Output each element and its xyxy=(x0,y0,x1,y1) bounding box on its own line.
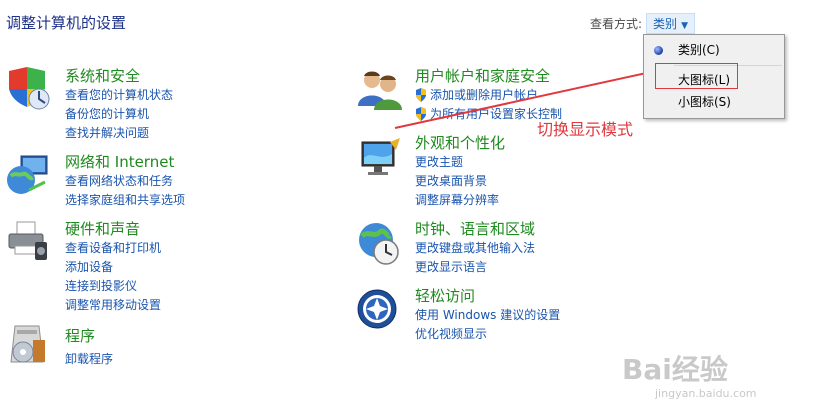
shield-system-icon xyxy=(9,67,50,110)
link-backup[interactable]: 备份您的计算机 xyxy=(65,105,149,122)
menu-item-small-icons[interactable]: 小图标(S) xyxy=(644,92,784,112)
link-optimize-video[interactable]: 优化视频显示 xyxy=(415,325,487,342)
link-add-remove-users-label: 添加或删除用户帐户 xyxy=(430,88,539,102)
link-projector[interactable]: 连接到投影仪 xyxy=(65,277,137,294)
annotation-text: 切换显示模式 xyxy=(537,120,634,139)
link-network-status[interactable]: 查看网络状态和任务 xyxy=(65,172,173,189)
view-by-current: 类别 xyxy=(653,17,678,31)
category-title-programs[interactable]: 程序 xyxy=(65,325,95,346)
link-screen-resolution[interactable]: 调整屏幕分辨率 xyxy=(415,191,499,208)
ease-of-access-icon xyxy=(357,289,397,329)
link-display-language[interactable]: 更改显示语言 xyxy=(415,258,487,275)
category-title-hardware-sound[interactable]: 硬件和声音 xyxy=(65,218,140,239)
link-troubleshoot[interactable]: 查找并解决问题 xyxy=(65,124,149,141)
category-title-ease-of-access[interactable]: 轻松访问 xyxy=(415,285,475,306)
printer-icon xyxy=(8,221,47,260)
category-title-user-accounts[interactable]: 用户帐户和家庭安全 xyxy=(415,65,550,86)
category-title-clock-language[interactable]: 时钟、语言和区域 xyxy=(415,218,535,239)
link-homegroup[interactable]: 选择家庭组和共享选项 xyxy=(65,191,185,208)
link-add-device[interactable]: 添加设备 xyxy=(65,258,113,275)
watermark-url: jingyan.baidu.com xyxy=(655,387,757,400)
programs-box-icon xyxy=(10,325,45,363)
watermark-logo: Bai经验 xyxy=(622,353,728,386)
link-add-remove-users[interactable]: 添加或删除用户帐户 xyxy=(415,86,538,103)
category-title-system-security[interactable]: 系统和安全 xyxy=(65,65,140,86)
annotation-highlight-box xyxy=(655,63,738,89)
link-change-theme[interactable]: 更改主题 xyxy=(415,153,463,170)
category-title-network[interactable]: 网络和 Internet xyxy=(65,151,174,172)
uac-shield-icon xyxy=(416,106,426,121)
chevron-down-icon: ▼ xyxy=(681,21,688,31)
link-check-status[interactable]: 查看您的计算机状态 xyxy=(65,86,173,103)
link-desktop-background[interactable]: 更改桌面背景 xyxy=(415,172,487,189)
network-globe-icon xyxy=(7,155,48,194)
users-icon xyxy=(358,71,402,110)
menu-item-category[interactable]: 类别(C) xyxy=(644,40,784,60)
page-title: 调整计算机的设置 xyxy=(6,14,127,32)
category-title-appearance[interactable]: 外观和个性化 xyxy=(415,132,505,153)
uac-shield-icon xyxy=(416,87,426,102)
view-by-label: 查看方式: xyxy=(590,17,643,31)
link-recommended-settings[interactable]: 使用 Windows 建议的设置 xyxy=(415,306,560,323)
view-by: 查看方式: 类别 ▼ xyxy=(590,13,695,34)
link-devices-printers[interactable]: 查看设备和打印机 xyxy=(65,239,161,256)
view-by-dropdown-button[interactable]: 类别 ▼ xyxy=(646,13,695,34)
link-uninstall[interactable]: 卸载程序 xyxy=(65,350,113,367)
link-mobility[interactable]: 调整常用移动设置 xyxy=(65,296,161,313)
monitor-paint-icon xyxy=(361,138,400,175)
clock-globe-icon xyxy=(359,223,399,265)
link-keyboard-input[interactable]: 更改键盘或其他输入法 xyxy=(415,239,535,256)
